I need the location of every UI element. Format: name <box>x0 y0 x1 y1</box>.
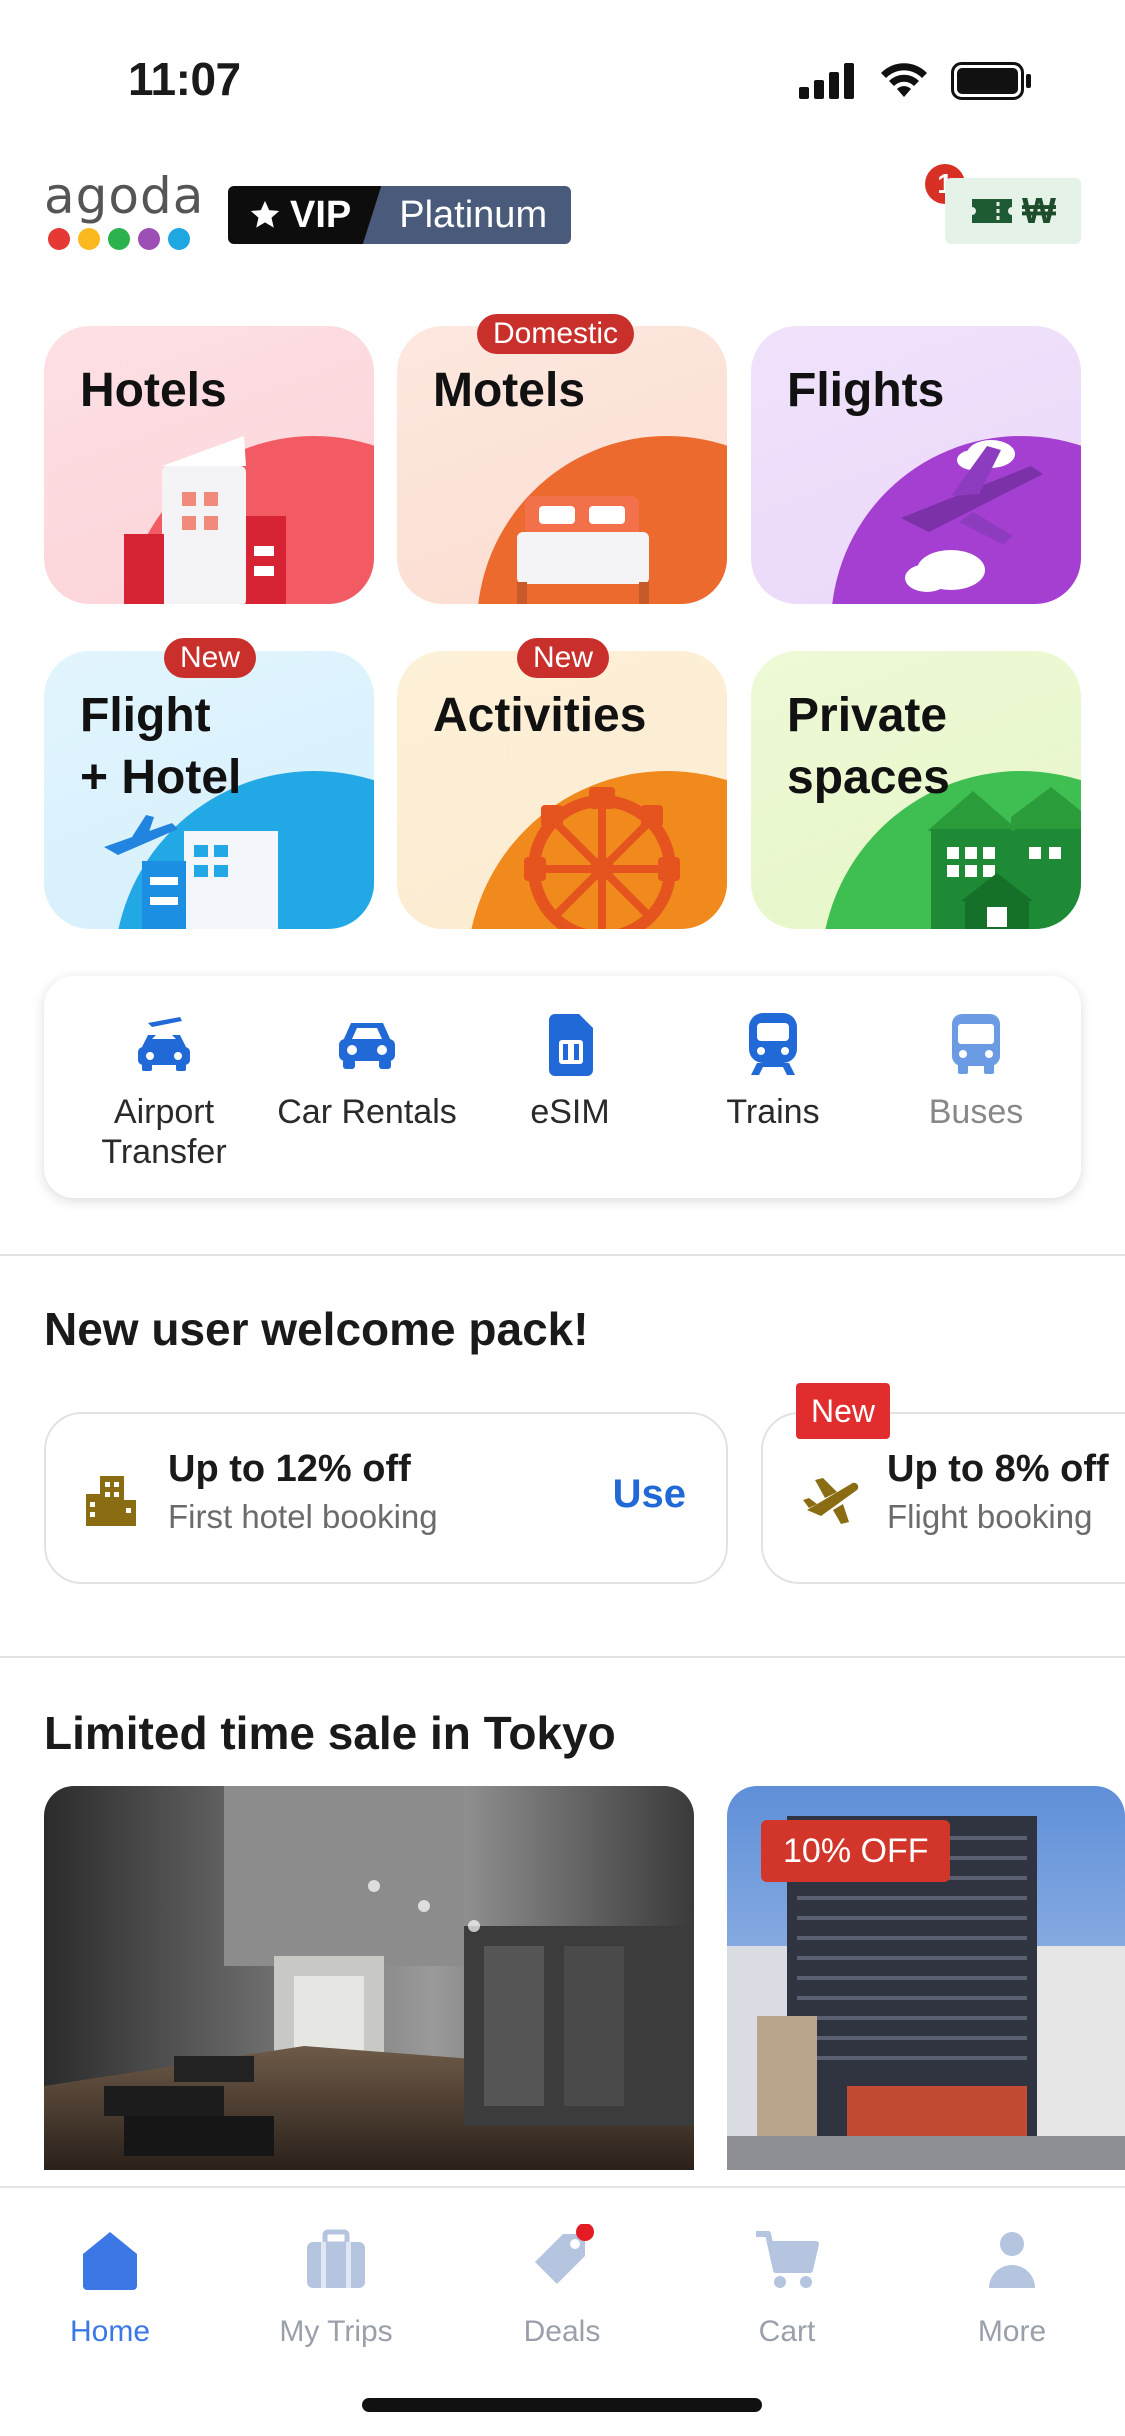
logo-dot <box>138 228 160 250</box>
ticket-icon <box>972 199 1012 223</box>
esim-icon <box>535 1012 605 1078</box>
nav-more[interactable]: More <box>922 2224 1102 2349</box>
status-time: 11:07 <box>128 53 241 105</box>
status-icons <box>799 62 1033 100</box>
category-label-line: Flight <box>80 689 211 742</box>
wifi-icon <box>881 63 927 97</box>
wallet-button[interactable]: ₩ <box>945 178 1081 244</box>
use-offer-button[interactable]: Use <box>613 1472 686 1517</box>
nav-deals[interactable]: Deals <box>472 2223 652 2349</box>
status-bar: 11:07 <box>0 0 1125 150</box>
tier-label: Platinum <box>363 186 572 244</box>
hotel-building-icon <box>86 1476 136 1526</box>
bus-icon <box>941 1012 1011 1078</box>
home-indicator <box>362 2398 762 2412</box>
nav-my-trips[interactable]: My Trips <box>246 2224 426 2349</box>
category-label: Private spaces <box>787 685 950 809</box>
agoda-logo[interactable]: agoda <box>44 170 204 260</box>
category-label-line: spaces <box>787 751 950 804</box>
car-icon <box>332 1012 402 1078</box>
category-motels[interactable]: Motels <box>397 326 727 604</box>
offer-subtitle: First hotel booking <box>168 1498 438 1535</box>
sale-card[interactable]: 10% OFF <box>727 1786 1125 2170</box>
category-flights[interactable]: Flights <box>751 326 1081 604</box>
hotel-lobby-photo <box>44 1786 694 2170</box>
category-flight-hotel[interactable]: Flight + Hotel <box>44 651 374 929</box>
service-label: eSIM <box>530 1093 610 1131</box>
briefcase-icon <box>307 2229 365 2288</box>
tag-icon <box>535 2223 594 2284</box>
category-label: Flight + Hotel <box>80 685 241 809</box>
vip-label: VIP <box>228 186 382 244</box>
nav-label: Home <box>69 2315 151 2348</box>
new-tag: New <box>164 638 257 678</box>
airplane-icon <box>803 1478 859 1524</box>
service-label: Airport Transfer <box>64 1092 264 1172</box>
person-icon <box>989 2232 1035 2288</box>
battery-icon <box>951 62 1031 100</box>
discount-badge: 10% OFF <box>761 1820 951 1882</box>
section-divider <box>0 1254 1125 1256</box>
train-icon <box>738 1012 808 1078</box>
nav-label: Deals <box>523 2315 601 2348</box>
cart-icon <box>756 2231 819 2288</box>
category-hotels[interactable]: Hotels <box>44 326 374 604</box>
offer-subtitle: Flight booking <box>887 1498 1093 1535</box>
service-airport-transfer[interactable]: Airport Transfer <box>64 1012 264 1172</box>
category-label-line: + Hotel <box>80 751 242 804</box>
airport-transfer-icon <box>129 1012 199 1078</box>
category-private-spaces[interactable]: Private spaces <box>751 651 1081 929</box>
category-label-line: Private <box>787 689 948 742</box>
category-label: Hotels <box>80 364 227 417</box>
star-icon <box>250 200 280 228</box>
nav-label: More <box>977 2315 1047 2348</box>
wallet-currency: ₩ <box>1022 190 1056 231</box>
nav-cart[interactable]: Cart <box>697 2224 877 2349</box>
new-tag: New <box>517 638 610 678</box>
service-label-line: Airport <box>113 1093 215 1131</box>
category-label: Flights <box>787 364 945 417</box>
offer-card-hotel[interactable]: Up to 12% off First hotel booking Use <box>44 1412 728 1584</box>
category-activities[interactable]: Activities <box>397 651 727 929</box>
service-car-rentals[interactable]: Car Rentals <box>267 1012 467 1132</box>
service-esim[interactable]: eSIM <box>470 1012 670 1132</box>
section-divider <box>0 1656 1125 1658</box>
service-label: Buses <box>928 1093 1024 1131</box>
nav-label: My Trips <box>279 2315 393 2348</box>
welcome-pack-title: New user welcome pack! <box>44 1303 589 1355</box>
service-buses[interactable]: Buses <box>876 1012 1076 1132</box>
sale-card[interactable] <box>44 1786 694 2170</box>
services-bar: Airport Transfer Car Rentals eSIM Trains… <box>44 976 1081 1198</box>
offer-title: Up to 12% off <box>168 1448 411 1490</box>
logo-dot <box>48 228 70 250</box>
new-badge: New <box>796 1383 890 1439</box>
header: agoda VIP Platinum 1 ₩ <box>0 164 1125 270</box>
service-trains[interactable]: Trains <box>673 1012 873 1132</box>
nav-home[interactable]: Home <box>20 2224 200 2349</box>
nav-label: Cart <box>758 2315 816 2348</box>
home-icon <box>83 2232 137 2290</box>
logo-dot <box>168 228 190 250</box>
logo-text: agoda <box>44 167 205 225</box>
cellular-signal-icon <box>799 63 854 99</box>
category-label: Motels <box>433 364 586 417</box>
sale-section-title: Limited time sale in Tokyo <box>44 1707 616 1759</box>
category-label: Activities <box>433 689 647 742</box>
service-label-line: Transfer <box>101 1133 227 1171</box>
vip-text: VIP <box>290 193 352 236</box>
logo-dot <box>78 228 100 250</box>
vip-platinum-badge[interactable]: VIP Platinum <box>228 186 572 244</box>
service-label: Car Rentals <box>277 1093 457 1131</box>
offer-title: Up to 8% off <box>887 1448 1109 1490</box>
logo-dot <box>108 228 130 250</box>
service-label: Trains <box>726 1093 820 1131</box>
logo-dots <box>48 228 204 250</box>
domestic-tag: Domestic <box>477 314 635 354</box>
